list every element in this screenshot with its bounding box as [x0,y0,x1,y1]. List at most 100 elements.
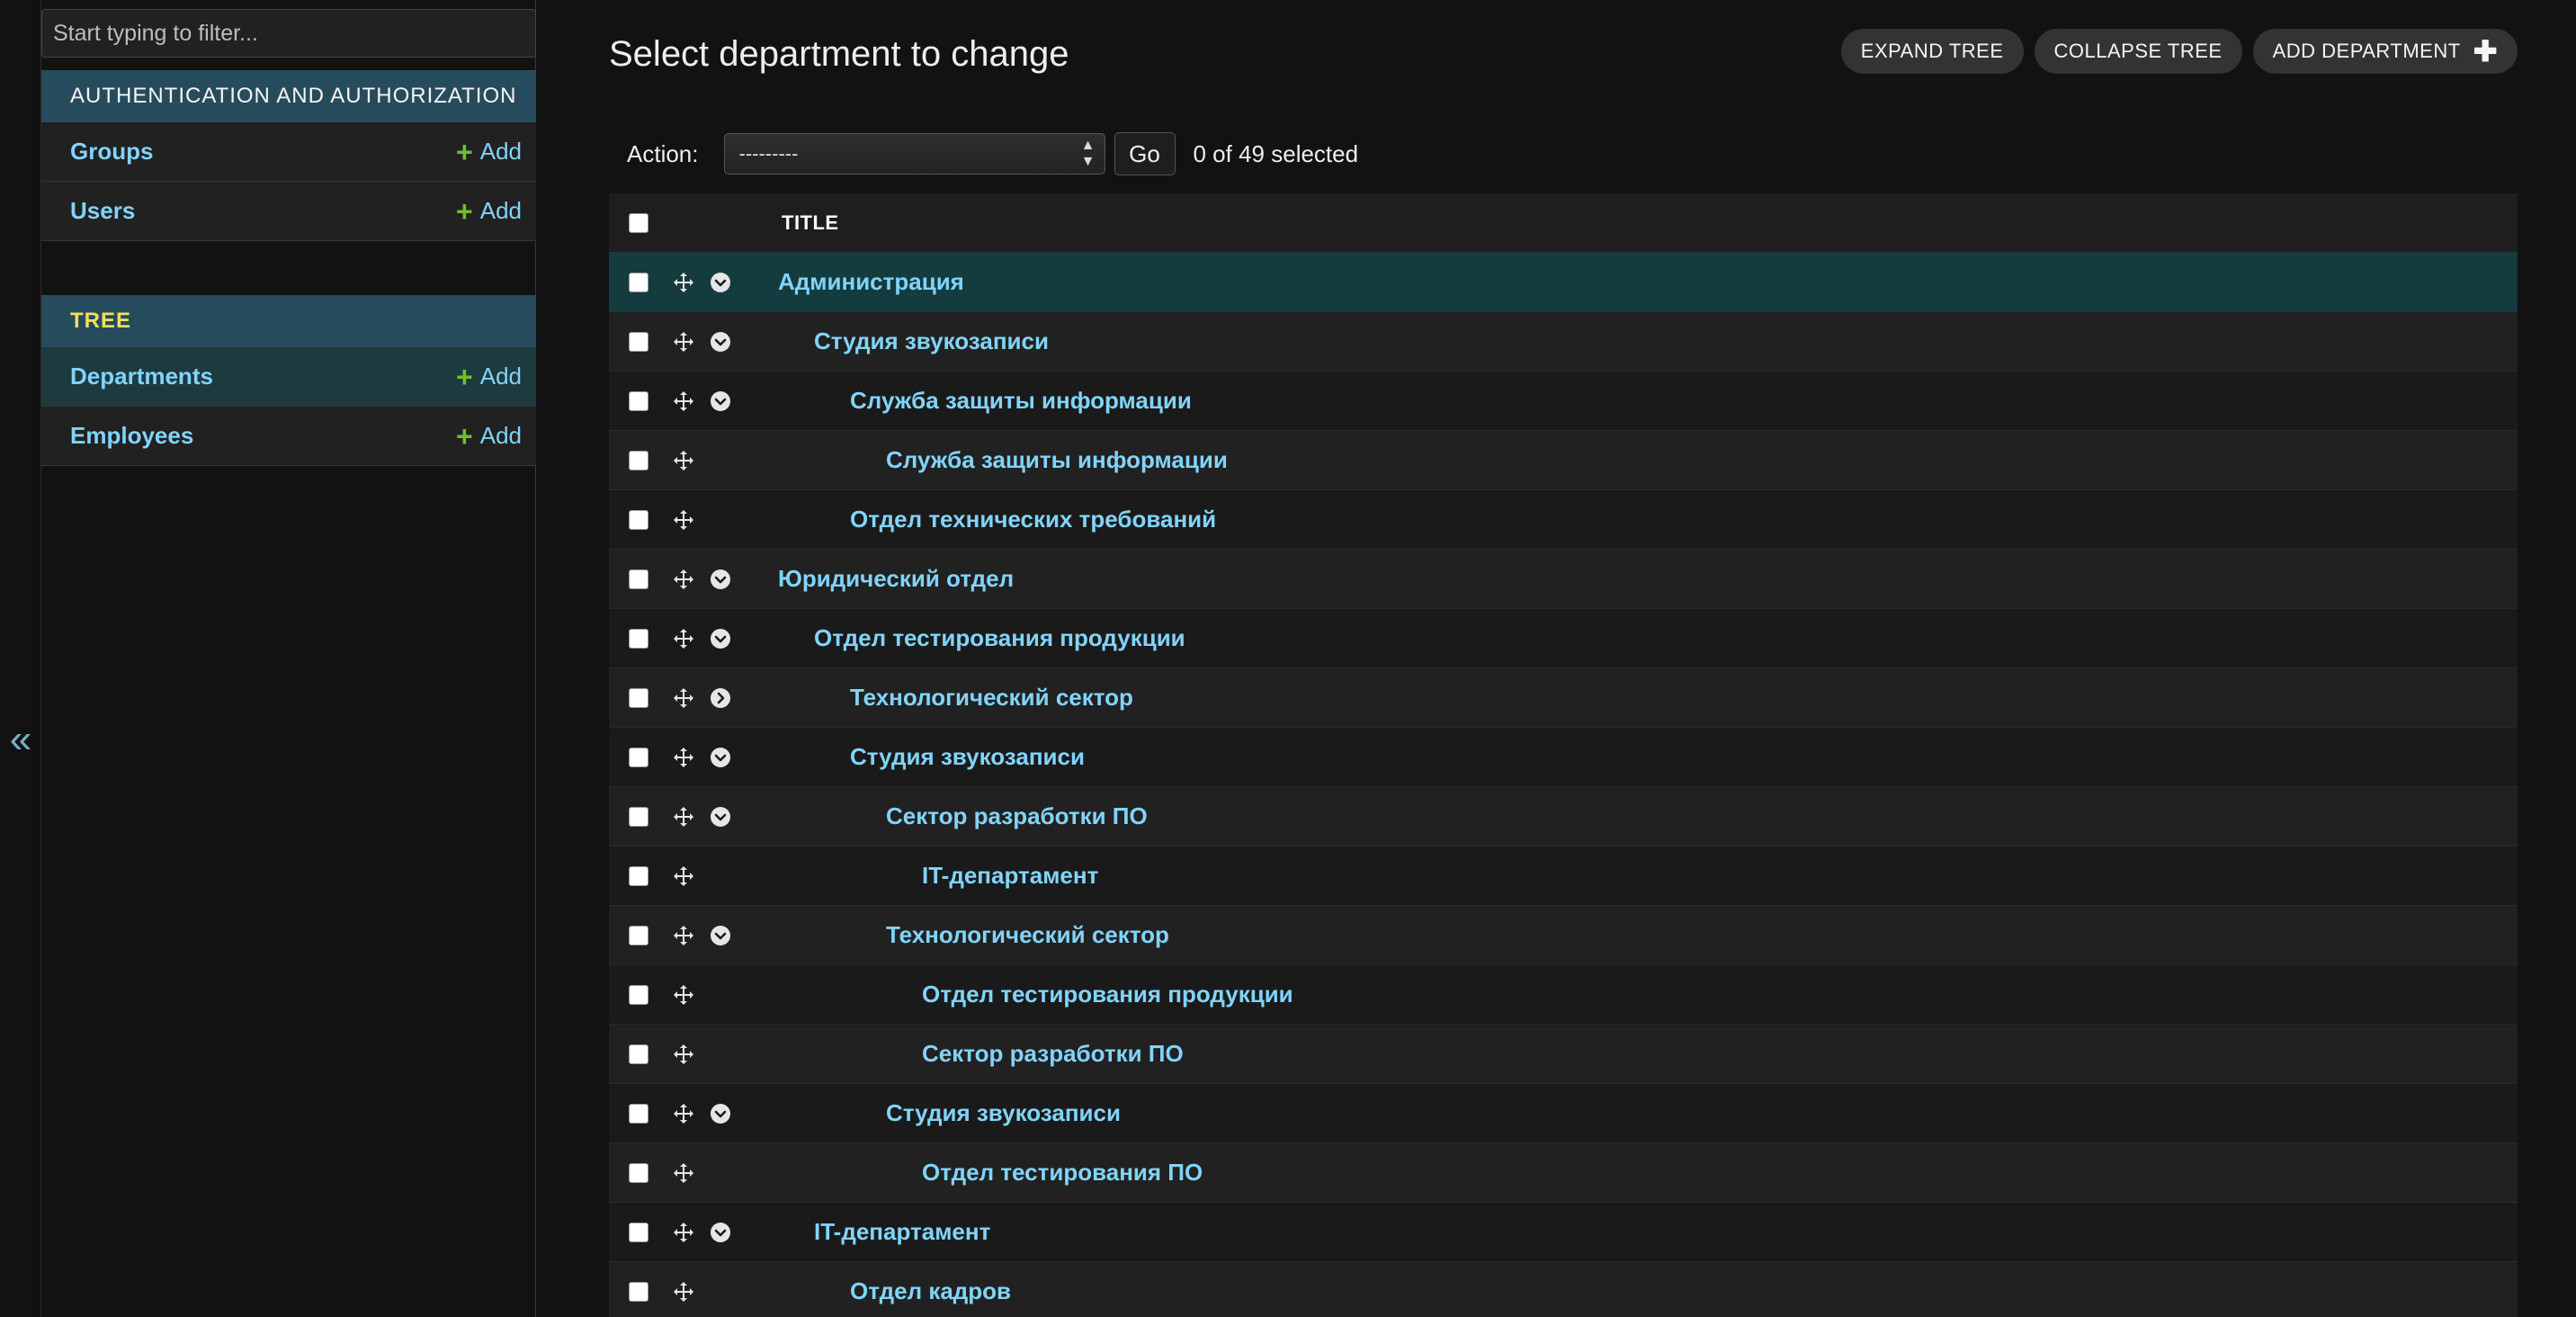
row-checkbox[interactable] [629,747,648,767]
plus-icon: ✚ [2473,35,2498,67]
chevron-right-icon[interactable] [711,688,730,708]
employees-link[interactable]: Employees [70,422,193,450]
department-title-link[interactable]: Сектор разработки ПО [922,1040,1184,1068]
table-row: Отдел тестирования продукции [609,965,2518,1025]
add-employee-link[interactable]: + Add [456,422,522,451]
chevron-down-icon[interactable] [711,807,730,827]
chevron-down-icon[interactable] [711,1104,730,1124]
action-select-value: --------- [738,142,799,165]
groups-link[interactable]: Groups [70,138,153,166]
chevron-down-icon[interactable] [711,926,730,945]
department-title-link[interactable]: IT-департамент [814,1218,990,1246]
toggle-nav-sidebar-button[interactable]: « [0,712,41,766]
department-title-link[interactable]: Служба защиты информации [886,446,1228,474]
row-checkbox[interactable] [629,390,648,411]
chevron-down-icon[interactable] [711,332,730,352]
chevron-down-icon[interactable] [711,1223,730,1242]
department-title-link[interactable]: Администрация [778,268,964,296]
drag-move-icon[interactable] [673,1281,694,1303]
expand-tree-button[interactable]: EXPAND TREE [1840,29,2024,74]
drag-move-icon[interactable] [673,1222,694,1243]
add-user-link[interactable]: + Add [456,197,522,226]
table-body: Администрация Студия звукозаписи Служба за… [609,253,2518,1317]
nav-filter-input[interactable] [41,9,536,58]
users-link[interactable]: Users [70,197,135,225]
chevron-down-icon[interactable] [711,569,730,589]
row-checkbox[interactable] [629,628,648,649]
row-checkbox[interactable] [629,865,648,886]
row-checkbox[interactable] [629,569,648,589]
app-header-auth[interactable]: AUTHENTICATION AND AUTHORIZATION [41,70,536,122]
department-title-link[interactable]: Студия звукозаписи [850,743,1085,771]
department-title-link[interactable]: Отдел технических требований [850,506,1216,533]
select-all-checkbox[interactable] [629,212,648,233]
sidebar-item-departments: Departments + Add [41,347,536,407]
row-checkbox[interactable] [629,687,648,708]
department-title-link[interactable]: Служба защиты информации [850,387,1192,415]
table-row: Сектор разработки ПО [609,787,2518,847]
drag-move-icon[interactable] [673,450,694,471]
chevron-down-icon[interactable] [711,391,730,411]
drag-move-icon[interactable] [673,865,694,887]
row-checkbox[interactable] [629,925,648,945]
row-checkbox[interactable] [629,509,648,530]
add-department-button[interactable]: ADD DEPARTMENT ✚ [2252,29,2518,74]
department-title-link[interactable]: Отдел тестирования ПО [922,1159,1203,1187]
drag-move-icon[interactable] [673,272,694,293]
drag-move-icon[interactable] [673,390,694,412]
table-row: Отдел тестирования продукции [609,609,2518,668]
collapse-tree-button[interactable]: COLLAPSE TREE [2034,29,2242,74]
row-checkbox[interactable] [629,1044,648,1064]
department-title-link[interactable]: Студия звукозаписи [814,327,1049,355]
department-title-link[interactable]: Сектор разработки ПО [886,802,1148,830]
department-title-link[interactable]: Отдел тестирования продукции [814,624,1185,652]
department-title-link[interactable]: Отдел тестирования продукции [922,981,1293,1008]
object-tools: EXPAND TREE COLLAPSE TREE ADD DEPARTMENT… [1840,29,2518,74]
row-checkbox[interactable] [629,1222,648,1242]
chevron-down-icon[interactable] [711,748,730,767]
table-row: IT-департамент [609,847,2518,906]
row-checkbox[interactable] [629,272,648,292]
chevron-down-icon[interactable] [711,629,730,649]
row-checkbox[interactable] [629,1281,648,1302]
department-title-link[interactable]: Технологический сектор [850,684,1133,712]
select-arrows-icon: ▲ ▼ [1080,138,1096,169]
sidebar-item-users: Users + Add [41,182,536,241]
drag-move-icon[interactable] [673,687,694,709]
drag-move-icon[interactable] [673,509,694,531]
drag-move-icon[interactable] [673,1103,694,1124]
drag-move-icon[interactable] [673,984,694,1006]
department-title-link[interactable]: Отдел кадров [850,1277,1011,1305]
row-checkbox[interactable] [629,450,648,470]
drag-move-icon[interactable] [673,806,694,828]
app-module-tree: TREE Departments + Add Employees + Add [41,295,536,466]
drag-move-icon[interactable] [673,747,694,768]
drag-move-icon[interactable] [673,331,694,353]
row-checkbox[interactable] [629,331,648,352]
department-title-link[interactable]: Технологический сектор [886,921,1169,949]
department-title-link[interactable]: Студия звукозаписи [886,1099,1121,1127]
drag-move-icon[interactable] [673,925,694,946]
go-button[interactable]: Go [1114,132,1176,175]
column-header-title[interactable]: TITLE [782,211,839,235]
drag-move-icon[interactable] [673,1162,694,1184]
table-row: Студия звукозаписи [609,312,2518,372]
app-header-tree[interactable]: TREE [41,295,536,347]
chevron-down-icon[interactable] [711,273,730,292]
row-checkbox[interactable] [629,806,648,827]
table-row: Служба защиты информации [609,372,2518,431]
table-row: Сектор разработки ПО [609,1025,2518,1084]
department-title-link[interactable]: Юридический отдел [778,565,1014,593]
drag-move-icon[interactable] [673,1044,694,1065]
add-department-link[interactable]: + Add [456,363,522,391]
row-checkbox[interactable] [629,1162,648,1183]
action-select[interactable]: --------- ▲ ▼ [723,133,1105,175]
row-checkbox[interactable] [629,984,648,1005]
add-label: Add [479,422,522,449]
departments-link[interactable]: Departments [70,363,213,390]
add-group-link[interactable]: + Add [456,138,522,166]
department-title-link[interactable]: IT-департамент [922,862,1098,890]
row-checkbox[interactable] [629,1103,648,1124]
drag-move-icon[interactable] [673,569,694,590]
drag-move-icon[interactable] [673,628,694,650]
